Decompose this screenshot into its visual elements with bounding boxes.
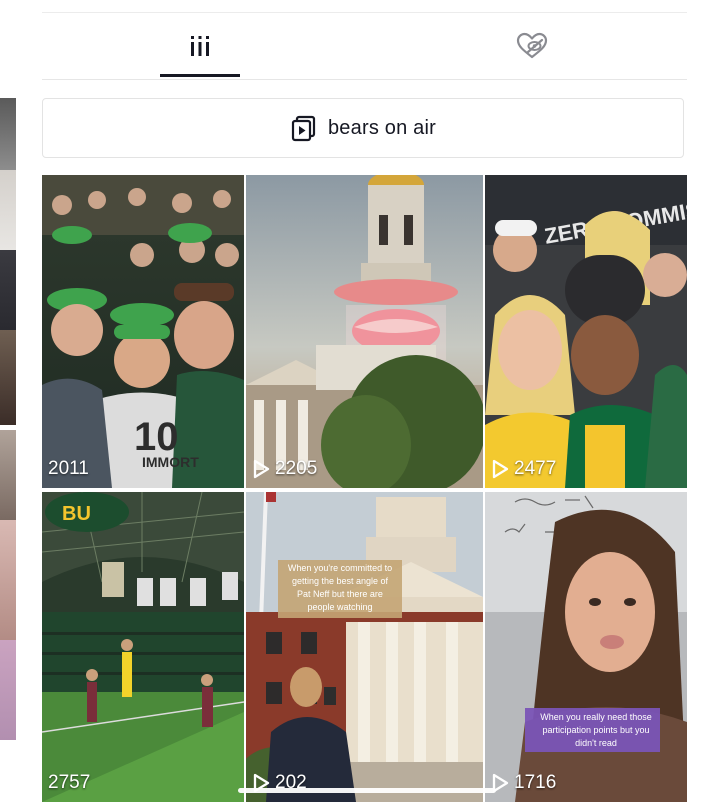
thumbnail-image: 10 IMMORT — [42, 175, 244, 488]
thumbnail-image — [485, 492, 687, 802]
video-caption: When you really need those participation… — [540, 712, 652, 748]
tab-videos[interactable] — [160, 13, 240, 79]
view-count: 2757 — [48, 772, 90, 794]
play-icon — [492, 459, 509, 479]
thumbnail-image — [246, 175, 483, 488]
view-count: 2477 — [491, 458, 556, 480]
view-count-value: 2205 — [275, 458, 318, 479]
video-thumbnail[interactable]: 10 IMMORT 2011 — [42, 175, 244, 488]
tab-liked[interactable] — [492, 13, 572, 79]
svg-text:IMMORT: IMMORT — [142, 454, 199, 470]
profile-tabs — [42, 13, 687, 80]
edge-thumbnail — [0, 430, 16, 520]
thumbnail-image: BU — [42, 492, 244, 802]
thumbnail-image — [246, 492, 483, 802]
horizontal-scrollbar[interactable] — [238, 788, 496, 793]
edge-thumbnail — [0, 170, 16, 250]
hidden-heart-icon — [516, 32, 548, 59]
play-icon — [253, 459, 270, 479]
profile-content-panel: bears on air 10 IMMORT 2011 2205 ZERO CO… — [42, 0, 687, 802]
edge-thumbnail — [0, 98, 16, 170]
grid-icon — [191, 36, 209, 56]
view-count-value: 1716 — [514, 772, 557, 793]
view-count: 2011 — [48, 458, 89, 480]
thumbnail-image: ZERO COMMIS — [485, 175, 687, 488]
playlist-label: bears on air — [327, 116, 436, 139]
edge-thumbnail — [0, 520, 16, 640]
active-tab-indicator — [160, 74, 240, 77]
video-grid: 10 IMMORT 2011 2205 ZERO COMMIS 2477 BU … — [42, 175, 687, 802]
view-count-value: 2477 — [514, 458, 557, 479]
view-count: 2205 — [252, 458, 317, 480]
video-thumbnail[interactable]: 2205 — [246, 175, 483, 488]
video-thumbnail[interactable]: BU 2757 — [42, 492, 244, 802]
left-edge-strip — [0, 0, 42, 802]
video-caption: When you're committed to getting the bes… — [287, 563, 393, 612]
edge-thumbnail — [0, 250, 16, 330]
edge-thumbnail — [0, 640, 16, 740]
view-count: 1716 — [491, 772, 556, 794]
video-thumbnail[interactable]: When you really need those participation… — [485, 492, 687, 802]
edge-thumbnail — [0, 330, 16, 425]
playlist-icon — [291, 115, 316, 142]
video-thumbnail[interactable]: ZERO COMMIS 2477 — [485, 175, 687, 488]
svg-text:BU: BU — [62, 503, 91, 525]
video-thumbnail[interactable]: When you're committed to getting the bes… — [246, 492, 483, 802]
svg-text:10: 10 — [134, 415, 179, 459]
view-count-value: 2757 — [48, 772, 91, 793]
playlist-button[interactable]: bears on air — [42, 98, 684, 158]
view-count-value: 2011 — [48, 458, 89, 479]
